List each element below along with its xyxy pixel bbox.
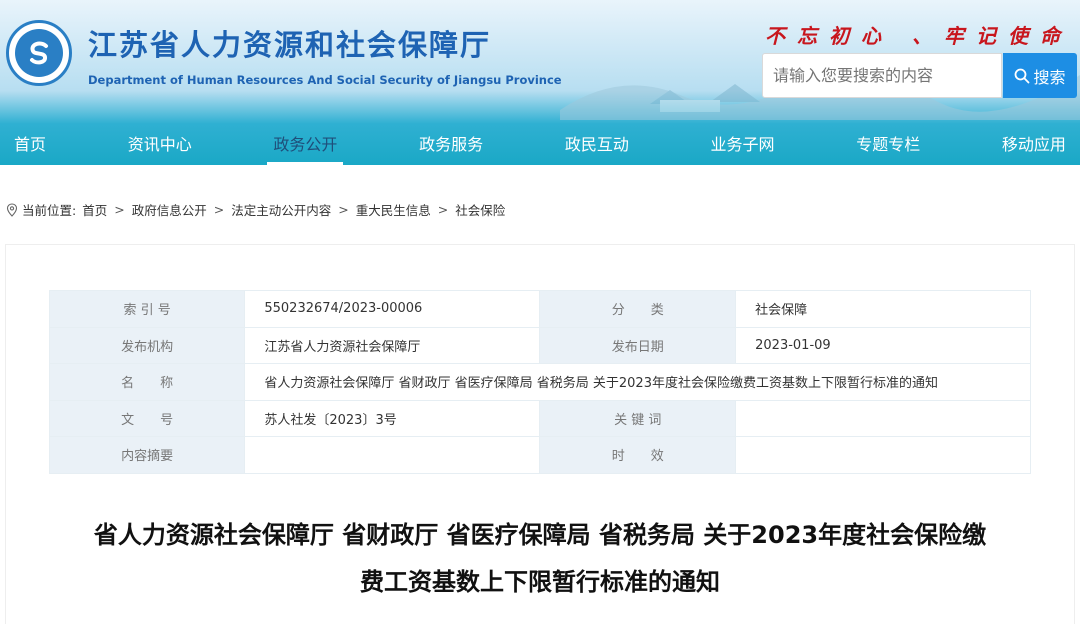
- table-row: 名 称 省人力资源社会保障厅 省财政厅 省医疗保障局 省税务局 关于2023年度…: [48, 363, 1031, 401]
- table-row: 索 引 号 550232674/2023-00006 分 类 社会保障: [48, 290, 1031, 328]
- breadcrumb-item-info-disclosure[interactable]: 政府信息公开: [132, 200, 207, 219]
- search-input[interactable]: [763, 54, 1001, 97]
- nav-item-home[interactable]: 首页: [14, 120, 46, 165]
- table-row: 文 号 苏人社发〔2023〕3号 关 键 词: [48, 399, 1031, 437]
- agency-seal-icon[interactable]: [6, 20, 72, 86]
- table-row: 内容摘要 时 效: [48, 436, 1031, 474]
- keywords-label: 关 键 词: [539, 399, 737, 437]
- breadcrumb-separator: >: [114, 202, 125, 217]
- summary-label: 内容摘要: [48, 436, 246, 474]
- document-title-line-2: 费工资基数上下限暂行标准的通知: [360, 568, 720, 596]
- header-banner: 江苏省人力资源和社会保障厅 Department of Human Resour…: [0, 0, 1080, 120]
- document-name-value: 省人力资源社会保障厅 省财政厅 省医疗保障局 省税务局 关于2023年度社会保险…: [244, 363, 1031, 401]
- main-nav: 首页 资讯中心 政务公开 政务服务 政民互动 业务子网 专题专栏 移动应用: [0, 120, 1080, 165]
- breadcrumb-item-statutory-content[interactable]: 法定主动公开内容: [231, 200, 331, 219]
- publisher-label: 发布机构: [48, 326, 246, 364]
- nav-item-news[interactable]: 资讯中心: [128, 120, 192, 165]
- index-number-value: 550232674/2023-00006: [244, 290, 541, 328]
- nav-item-business-subsites[interactable]: 业务子网: [711, 120, 775, 165]
- nav-item-mobile-apps[interactable]: 移动应用: [1002, 120, 1066, 165]
- index-number-label: 索 引 号: [48, 290, 246, 328]
- publish-date-label: 发布日期: [539, 326, 737, 364]
- site-title-english: Department of Human Resources And Social…: [88, 73, 562, 87]
- category-value: 社会保障: [735, 290, 1031, 328]
- breadcrumb-item-home[interactable]: 首页: [82, 200, 107, 219]
- search-icon: [1015, 68, 1030, 83]
- validity-value: [735, 436, 1031, 474]
- document-title-line-1: 省人力资源社会保障厅 省财政厅 省医疗保障局 省税务局 关于2023年度社会保险…: [93, 521, 987, 549]
- breadcrumb-separator: >: [213, 202, 225, 217]
- document-title: 省人力资源社会保障厅 省财政厅 省医疗保障局 省税务局 关于2023年度社会保险…: [0, 512, 1080, 606]
- site-title[interactable]: 江苏省人力资源和社会保障厅: [88, 22, 491, 64]
- breadcrumb-separator: >: [437, 202, 449, 217]
- document-number-value: 苏人社发〔2023〕3号: [244, 399, 541, 437]
- validity-label: 时 效: [539, 436, 737, 474]
- document-number-label: 文 号: [48, 399, 246, 437]
- slogan: 不忘初心 、牢记使命: [765, 24, 1072, 48]
- search-button-label: 搜索: [1033, 67, 1066, 87]
- category-label: 分 类: [539, 290, 737, 328]
- site-header: 江苏省人力资源和社会保障厅 Department of Human Resour…: [0, 0, 1080, 165]
- breadcrumb-prefix: 当前位置:: [22, 203, 77, 218]
- keywords-value: [735, 399, 1031, 437]
- search-box: [762, 53, 1002, 98]
- location-pin-icon: [6, 202, 18, 217]
- nav-item-government-affairs-disclosure[interactable]: 政务公开: [267, 120, 344, 165]
- publish-date-value: 2023-01-09: [735, 326, 1031, 364]
- breadcrumb-item-livelihood-info[interactable]: 重大民生信息: [356, 200, 431, 219]
- document-name-label: 名 称: [48, 363, 246, 401]
- breadcrumb: 当前位置: 首页 > 政府信息公开 > 法定主动公开内容 > 重大民生信息 > …: [5, 200, 505, 219]
- nav-item-special-topics[interactable]: 专题专栏: [856, 120, 920, 165]
- nav-item-public-interaction[interactable]: 政民互动: [565, 120, 629, 165]
- nav-item-government-services[interactable]: 政务服务: [419, 120, 483, 165]
- breadcrumb-separator: >: [338, 202, 349, 217]
- table-row: 发布机构 江苏省人力资源社会保障厅 发布日期 2023-01-09: [48, 326, 1031, 364]
- document-metadata-table: 索 引 号 550232674/2023-00006 分 类 社会保障 发布机构…: [48, 290, 1031, 474]
- breadcrumb-item-social-insurance[interactable]: 社会保险: [455, 200, 505, 219]
- summary-value: [244, 436, 541, 474]
- publisher-value: 江苏省人力资源社会保障厅: [244, 326, 541, 364]
- search-button[interactable]: 搜索: [1003, 53, 1077, 98]
